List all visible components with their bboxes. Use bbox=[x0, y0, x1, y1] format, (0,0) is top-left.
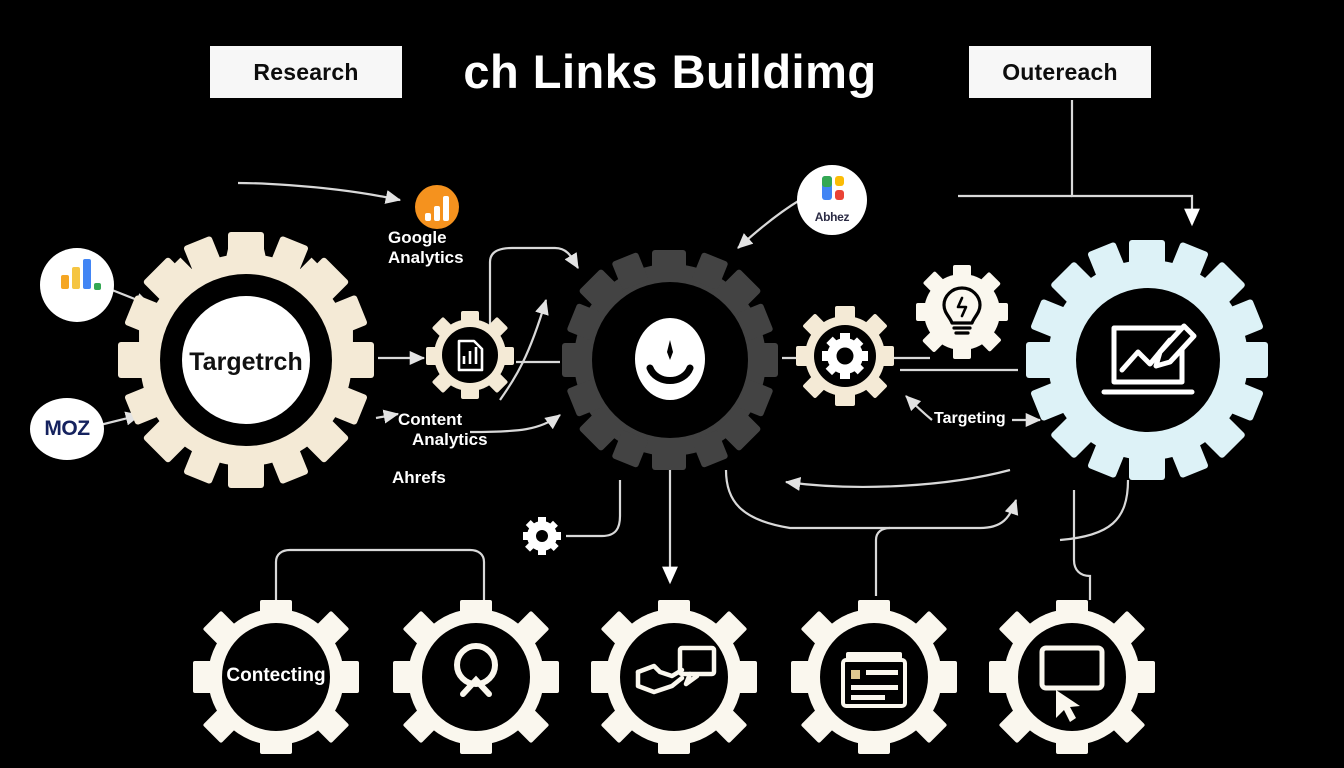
ahrefs-logo-badge[interactable]: Abhez bbox=[797, 165, 867, 235]
label-targeting: Targeting bbox=[934, 410, 1006, 427]
ca-line2: Analytics bbox=[412, 429, 488, 449]
gear-monitor-cursor[interactable] bbox=[989, 600, 1155, 754]
gear-idea-small[interactable] bbox=[916, 265, 1008, 359]
gear-search-person[interactable] bbox=[393, 600, 559, 754]
ca-line1: Content bbox=[398, 410, 463, 429]
label-ahrefs: Ahrefs bbox=[392, 468, 446, 487]
label-content-analytics: Content Analytics bbox=[398, 410, 518, 449]
label-google-analytics: Google Analytics bbox=[388, 228, 498, 267]
google-analytics-logo-badge[interactable] bbox=[40, 248, 114, 322]
gear-handshake-chat[interactable] bbox=[591, 600, 757, 754]
gear-settings-small[interactable] bbox=[796, 306, 894, 406]
gear-research-label: Targetrch bbox=[189, 348, 303, 376]
gear-outreach-main[interactable] bbox=[1026, 240, 1268, 480]
google-analytics-icon bbox=[415, 185, 459, 229]
ga-line2: Analytics bbox=[388, 247, 464, 267]
moz-logo-badge[interactable]: MOZ bbox=[30, 398, 104, 460]
gear-layer bbox=[61, 174, 1268, 754]
gear-tiny-settings[interactable] bbox=[523, 517, 561, 555]
moz-wordmark: MOZ bbox=[44, 417, 90, 440]
ga-line1: Google bbox=[388, 228, 447, 247]
gear-contecting-label: Contecting bbox=[226, 665, 326, 686]
gear-document-form[interactable] bbox=[791, 600, 957, 754]
gear-content-small[interactable] bbox=[426, 311, 514, 399]
gear-center-main[interactable] bbox=[562, 250, 778, 470]
diagram-canvas: Research ch Links Buildimg Outereach MOZ… bbox=[0, 0, 1344, 768]
smiley-face-icon bbox=[635, 318, 705, 400]
ahrefs-wordmark: Abhez bbox=[814, 210, 850, 224]
